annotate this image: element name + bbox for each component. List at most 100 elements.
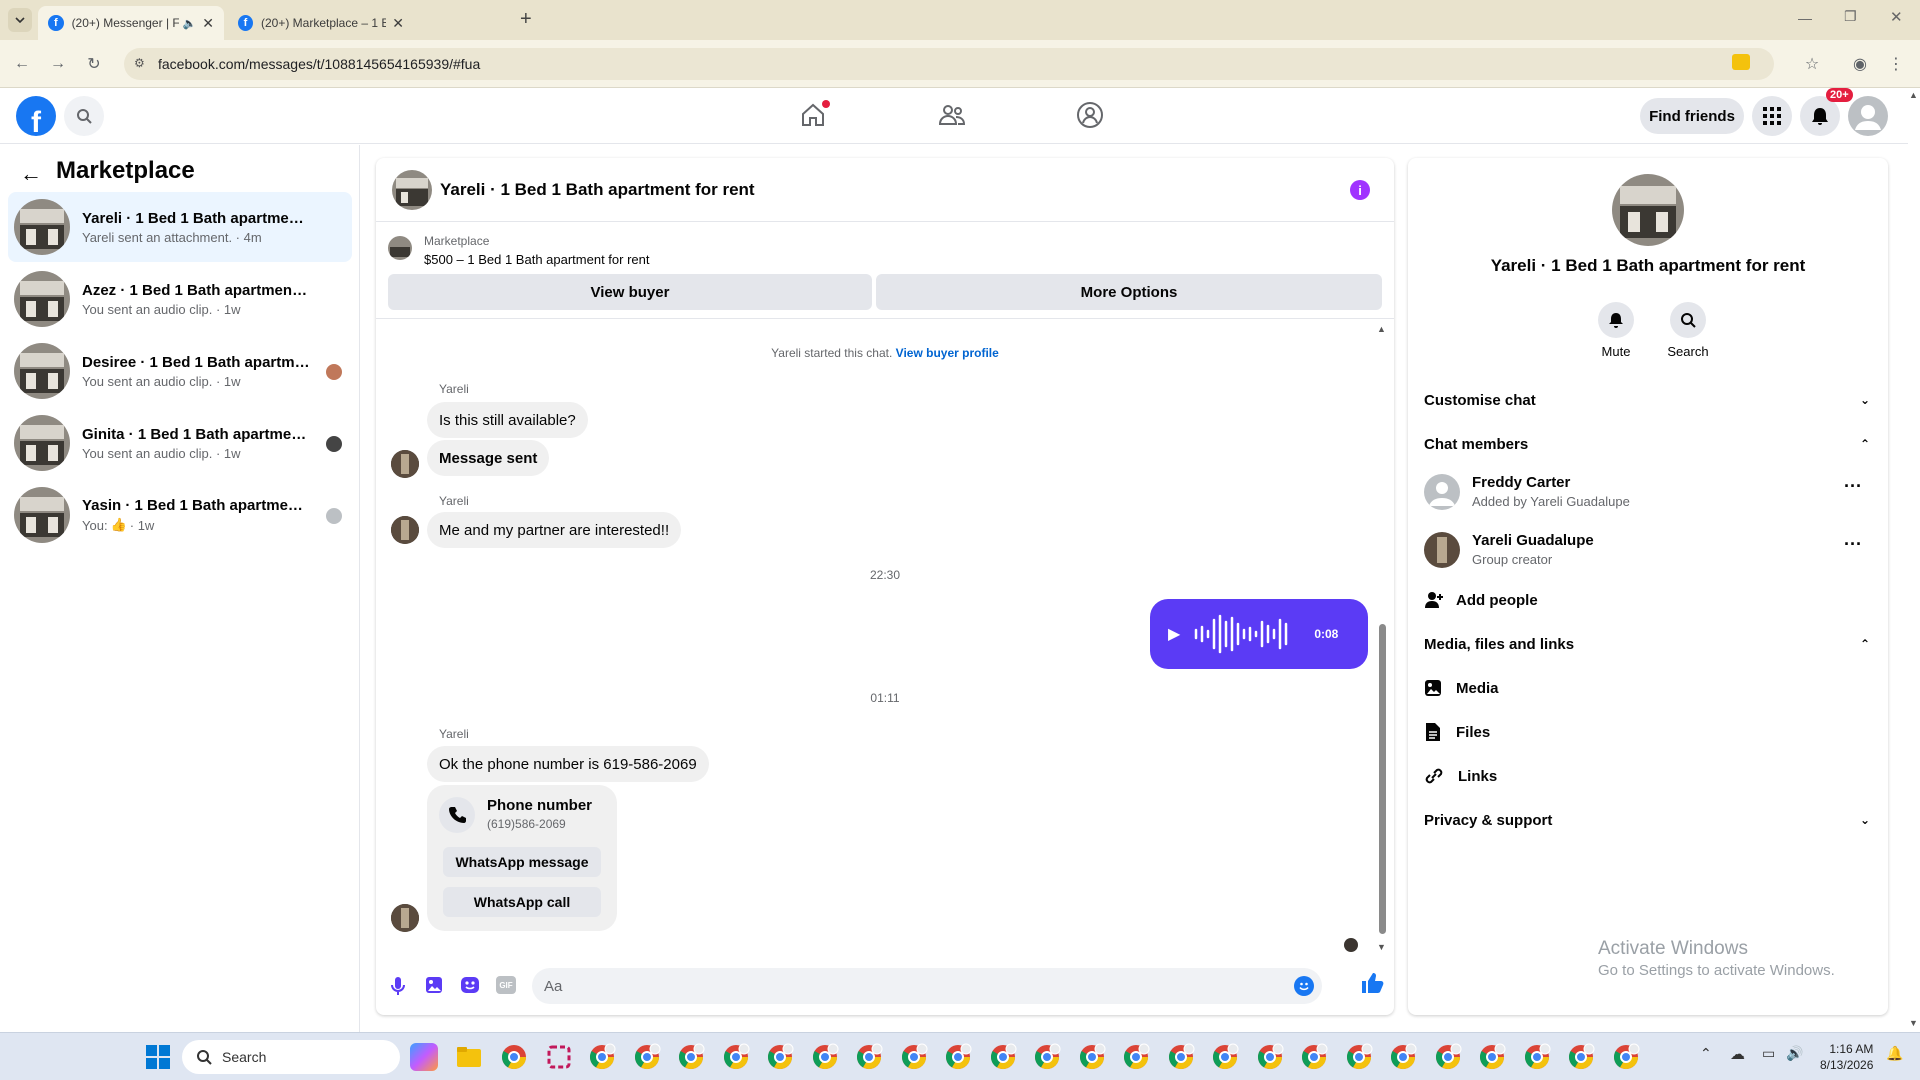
chat-title[interactable]: Yareli · 1 Bed 1 Bath apartment for rent — [440, 180, 755, 200]
back-arrow-icon[interactable]: ← — [20, 161, 42, 187]
chrome-profile-icon[interactable] — [855, 1043, 883, 1071]
chrome-profile-icon[interactable] — [1122, 1043, 1150, 1071]
chrome-profile-icon[interactable] — [722, 1043, 750, 1071]
chrome-icon[interactable] — [500, 1043, 528, 1071]
conversation-item[interactable]: Azez · 1 Bed 1 Bath apartment for r... Yo… — [8, 264, 352, 334]
conversation-info-button[interactable]: i — [1350, 180, 1370, 200]
scroll-up-arrow[interactable]: ▲ — [1377, 324, 1386, 334]
clock[interactable]: 1:16 AM 8/13/2026 — [1820, 1041, 1873, 1073]
chrome-profile-icon[interactable] — [677, 1043, 705, 1071]
bookmark-star-icon[interactable]: ☆ — [1800, 52, 1824, 76]
conversation-item[interactable]: Ginita · 1 Bed 1 Bath apartment f... You … — [8, 408, 352, 478]
browser-tab-marketplace[interactable]: f (20+) Marketplace – 1 Bed 1 Bath ✕ — [228, 6, 414, 40]
media-row[interactable]: Media — [1424, 670, 1870, 706]
chrome-profile-icon[interactable] — [1300, 1043, 1328, 1071]
tab-search-button[interactable] — [8, 8, 32, 32]
address-bar[interactable]: ⚙ facebook.com/messages/t/10881456541659… — [124, 48, 1774, 80]
scroll-down-arrow[interactable]: ▼ — [1377, 942, 1386, 952]
message-bubble[interactable]: Message sent — [427, 440, 550, 476]
listing-price[interactable]: $500 – 1 Bed 1 Bath apartment for rent — [424, 252, 649, 267]
scrollbar[interactable]: ▲ ▼ — [1376, 324, 1388, 954]
privacy-support-row[interactable]: Privacy & support ⌄ — [1424, 802, 1870, 838]
close-tab-icon[interactable]: ✕ — [202, 15, 214, 32]
group-thumbnail[interactable] — [1612, 174, 1684, 246]
install-app-icon[interactable] — [1732, 54, 1750, 70]
scroll-down-arrow[interactable]: ▼ — [1909, 1018, 1918, 1028]
nav-home[interactable] — [800, 100, 830, 132]
like-button[interactable] — [1360, 971, 1384, 995]
member-row[interactable]: Yareli Guadalupe Group creator ··· — [1424, 528, 1870, 576]
chrome-profile-icon[interactable] — [1078, 1043, 1106, 1071]
conversation-item[interactable]: Yasin · 1 Bed 1 Bath apartment f... You:… — [8, 480, 352, 550]
conversation-item[interactable]: Desiree · 1 Bed 1 Bath apartment... You s… — [8, 336, 352, 406]
minimize-button[interactable]: — — [1798, 10, 1812, 26]
message-bubble[interactable]: Ok the phone number is 619-586-2069 — [427, 746, 709, 782]
chrome-profile-icon[interactable] — [1167, 1043, 1195, 1071]
start-button[interactable] — [146, 1045, 170, 1069]
scroll-up-arrow[interactable]: ▲ — [1909, 90, 1918, 100]
page-scrollbar[interactable]: ▲ ▼ — [1908, 88, 1920, 1032]
chrome-profile-icon[interactable] — [1256, 1043, 1284, 1071]
phone-icon-button[interactable] — [439, 797, 475, 833]
chrome-profile-icon[interactable] — [1211, 1043, 1239, 1071]
links-row[interactable]: Links — [1424, 758, 1870, 794]
message-bubble[interactable]: Me and my partner are interested!! — [427, 512, 682, 548]
chrome-profile-icon[interactable] — [1612, 1043, 1640, 1071]
files-row[interactable]: Files — [1424, 714, 1870, 750]
media-files-links-row[interactable]: Media, files and links ⌃ — [1424, 626, 1870, 662]
member-row[interactable]: Freddy Carter Added by Yareli Guadalupe … — [1424, 470, 1870, 518]
new-tab-button[interactable]: + — [520, 8, 532, 31]
account-avatar-button[interactable] — [1848, 96, 1888, 136]
whatsapp-message-button[interactable]: WhatsApp message — [443, 847, 601, 877]
chrome-profile-icon[interactable] — [1567, 1043, 1595, 1071]
profile-icon[interactable]: ◉ — [1848, 52, 1872, 76]
more-options-icon[interactable]: ··· — [1844, 534, 1862, 555]
search-in-chat-button[interactable]: Search — [1664, 302, 1712, 359]
find-friends-button[interactable]: Find friends — [1640, 98, 1744, 134]
message-input[interactable]: Aa — [532, 968, 1322, 1004]
play-icon[interactable]: ▶ — [1168, 624, 1180, 644]
attach-photo-icon[interactable] — [425, 976, 443, 994]
sender-avatar[interactable] — [391, 904, 419, 932]
voice-clip-icon[interactable] — [390, 976, 406, 996]
mute-button[interactable]: Mute — [1592, 302, 1640, 359]
close-tab-icon[interactable]: ✕ — [392, 15, 404, 32]
reload-button[interactable]: ↻ — [82, 52, 106, 76]
chrome-profile-icon[interactable] — [1523, 1043, 1551, 1071]
browser-tab-messenger[interactable]: f (20+) Messenger | Facebook 🔈 ✕ — [38, 6, 224, 40]
file-explorer-icon[interactable] — [455, 1043, 483, 1071]
view-buyer-button[interactable]: View buyer — [388, 274, 872, 310]
nav-groups[interactable] — [1076, 101, 1104, 129]
customise-chat-row[interactable]: Customise chat ⌄ — [1424, 382, 1870, 418]
chrome-profile-icon[interactable] — [766, 1043, 794, 1071]
facebook-logo[interactable]: f — [16, 96, 56, 136]
chrome-profile-icon[interactable] — [1389, 1043, 1417, 1071]
more-options-button[interactable]: More Options — [876, 274, 1382, 310]
more-options-icon[interactable]: ··· — [1844, 476, 1862, 497]
sender-avatar[interactable] — [391, 516, 419, 544]
close-window-button[interactable]: ✕ — [1890, 8, 1903, 26]
restore-button[interactable]: ❐ — [1844, 8, 1857, 25]
sender-avatar[interactable] — [391, 450, 419, 478]
view-buyer-profile-link[interactable]: View buyer profile — [896, 346, 999, 360]
notifications-button[interactable]: 20+ — [1800, 88, 1853, 136]
scrollbar-thumb[interactable] — [1379, 624, 1386, 934]
whatsapp-call-button[interactable]: WhatsApp call — [443, 887, 601, 917]
onedrive-icon[interactable]: ☁ — [1730, 1045, 1745, 1063]
chrome-profile-icon[interactable] — [811, 1043, 839, 1071]
chrome-profile-icon[interactable] — [1033, 1043, 1061, 1071]
chrome-profile-icon[interactable] — [1478, 1043, 1506, 1071]
add-people-row[interactable]: Add people — [1424, 582, 1870, 618]
taskbar-search[interactable]: Search — [182, 1040, 400, 1074]
back-button[interactable]: ← — [10, 52, 34, 76]
menu-button[interactable] — [1752, 96, 1792, 136]
chrome-profile-icon[interactable] — [900, 1043, 928, 1071]
copilot-icon[interactable] — [410, 1043, 438, 1071]
chrome-profile-icon[interactable] — [989, 1043, 1017, 1071]
notification-center-icon[interactable]: 🔔 — [1886, 1045, 1903, 1062]
volume-icon[interactable]: 🔊 — [1786, 1045, 1803, 1062]
nav-friends[interactable] — [938, 102, 966, 128]
chat-members-row[interactable]: Chat members ⌃ — [1424, 426, 1870, 462]
sticker-icon[interactable] — [460, 976, 480, 994]
conversation-item[interactable]: Yareli · 1 Bed 1 Bath apartment for ... Y… — [8, 192, 352, 262]
